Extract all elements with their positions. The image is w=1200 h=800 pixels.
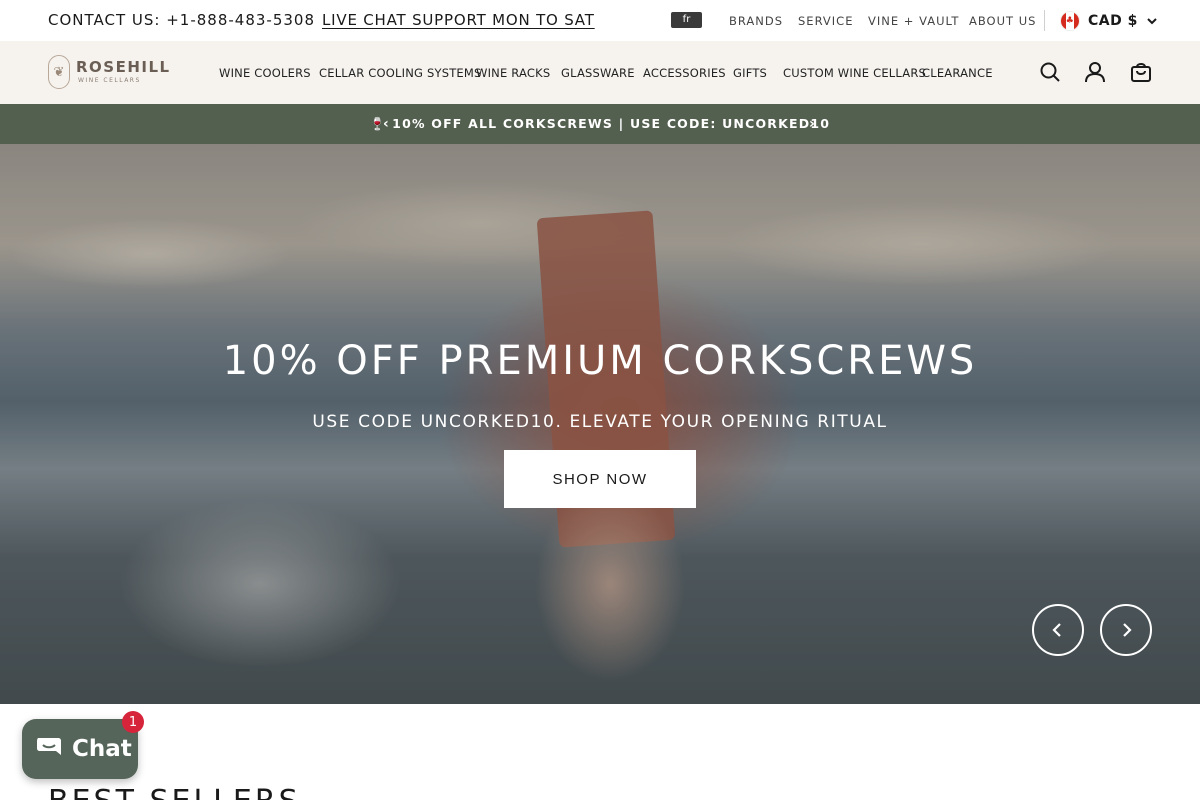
logo-name: ROSEHILL xyxy=(76,58,171,76)
slide-prev-button[interactable] xyxy=(1032,604,1084,656)
announcement-message: 🍷 10% OFF ALL CORKSCREWS | USE CODE: UNC… xyxy=(369,116,831,131)
best-sellers-heading: BEST SELLERS xyxy=(48,784,301,800)
hero-banner: 10% OFF PREMIUM CORKSCREWS USE CODE UNCO… xyxy=(0,144,1200,704)
logo-mark-icon: ❦ xyxy=(48,55,70,89)
hero-subtitle: USE CODE UNCORKED10. ELEVATE YOUR OPENIN… xyxy=(312,412,888,432)
cart-icon[interactable] xyxy=(1130,61,1152,83)
hero-title: 10% OFF PREMIUM CORKSCREWS xyxy=(222,338,978,384)
nav-clearance[interactable]: CLEARANCE xyxy=(922,66,993,80)
shop-now-button[interactable]: SHOP NOW xyxy=(504,450,696,508)
nav-custom-wine-cellars[interactable]: CUSTOM WINE CELLARS xyxy=(783,66,926,80)
logo-tagline: WINE CELLARS xyxy=(78,77,141,84)
currency-label: CAD $ xyxy=(1088,13,1138,29)
brands-link[interactable]: BRANDS xyxy=(729,14,783,28)
vine-vault-link[interactable]: VINE + VAULT xyxy=(868,14,959,28)
announcement-bar: ‹ 🍷 10% OFF ALL CORKSCREWS | USE CODE: U… xyxy=(0,104,1200,144)
main-header: ❦ ROSEHILL WINE CELLARS WINE COOLERS CEL… xyxy=(0,41,1200,104)
language-switch[interactable]: fr xyxy=(671,12,702,28)
slide-next-button[interactable] xyxy=(1100,604,1152,656)
logo[interactable]: ❦ ROSEHILL WINE CELLARS xyxy=(48,55,171,89)
service-link[interactable]: SERVICE xyxy=(798,14,853,28)
nav-cellar-cooling-systems[interactable]: CELLAR COOLING SYSTEMS xyxy=(319,66,482,80)
chat-widget-button[interactable]: Chat 1 xyxy=(22,711,144,779)
chevron-right-icon xyxy=(1123,623,1132,637)
account-icon[interactable] xyxy=(1084,61,1106,83)
canada-flag-icon: ♣ xyxy=(1060,11,1080,31)
chat-notification-badge: 1 xyxy=(122,711,144,733)
nav-accessories[interactable]: ACCESSORIES xyxy=(643,66,726,80)
currency-selector[interactable]: ♣ CAD $ xyxy=(1060,10,1158,32)
chevron-left-icon xyxy=(1052,623,1061,637)
nav-gifts[interactable]: GIFTS xyxy=(733,66,767,80)
nav-glassware[interactable]: GLASSWARE xyxy=(561,66,635,80)
chat-label: Chat xyxy=(72,736,132,762)
search-icon[interactable] xyxy=(1039,61,1061,83)
utility-bar: CONTACT US: +1-888-483-5308 LIVE CHAT SU… xyxy=(0,0,1200,41)
announcement-next-button[interactable]: › xyxy=(809,116,815,132)
about-us-link[interactable]: ABOUT US xyxy=(969,14,1036,28)
chat-bubble-icon xyxy=(37,738,61,755)
nav-wine-coolers[interactable]: WINE COOLERS xyxy=(219,66,311,80)
live-chat-support-link[interactable]: LIVE CHAT SUPPORT MON TO SAT xyxy=(322,11,595,29)
nav-wine-racks[interactable]: WINE RACKS xyxy=(476,66,550,80)
contact-phone-link[interactable]: CONTACT US: +1-888-483-5308 xyxy=(48,11,315,29)
divider xyxy=(1044,10,1045,31)
chevron-down-icon xyxy=(1147,18,1157,25)
